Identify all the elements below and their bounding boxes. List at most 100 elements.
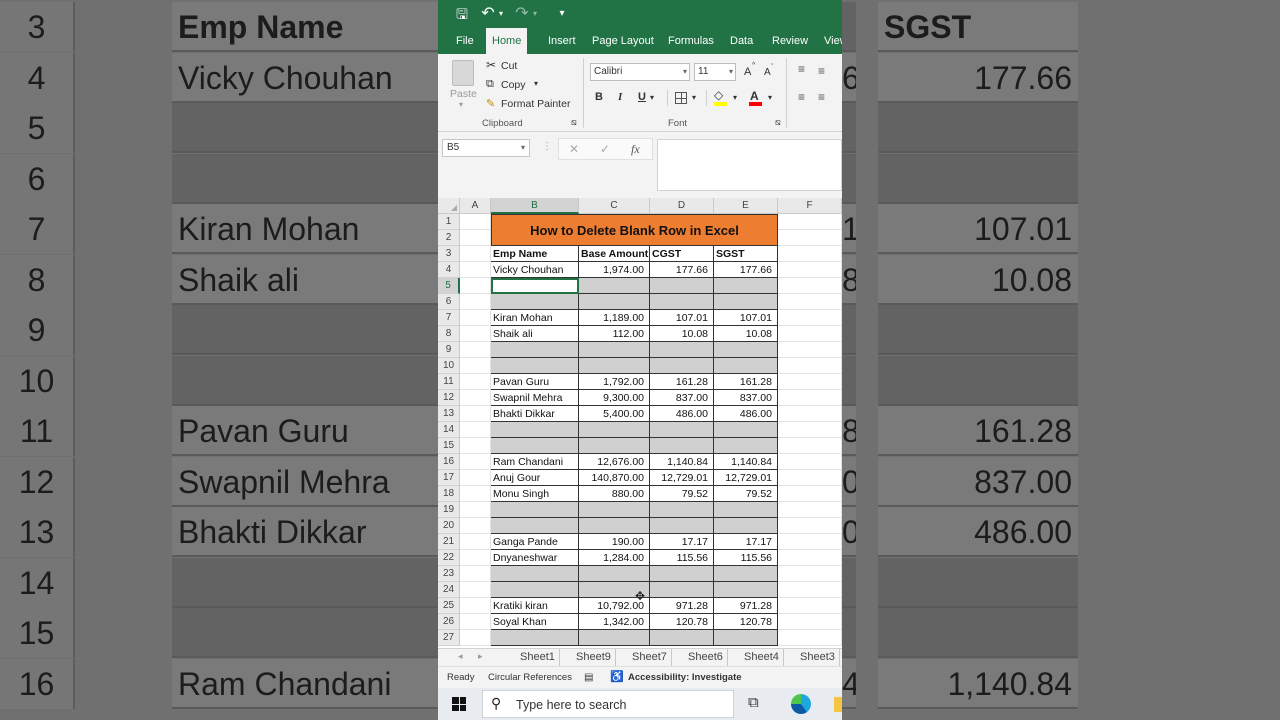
employee-name-cell[interactable]: Kiran Mohan: [491, 310, 579, 326]
grid-cell[interactable]: [460, 630, 491, 646]
grid-cell[interactable]: [778, 310, 842, 326]
blank-row-cell[interactable]: [650, 342, 714, 358]
grid-cell[interactable]: [460, 422, 491, 438]
employee-name-cell[interactable]: Monu Singh: [491, 486, 579, 502]
amount-cell[interactable]: 1,974.00: [579, 262, 650, 278]
row-header[interactable]: 5: [438, 278, 460, 294]
grid-cell[interactable]: [460, 310, 491, 326]
grid-cell[interactable]: [460, 438, 491, 454]
grid-cell[interactable]: [778, 550, 842, 566]
amount-cell[interactable]: 9,300.00: [579, 390, 650, 406]
grid-cell[interactable]: [460, 230, 491, 246]
active-cell[interactable]: [491, 278, 579, 294]
borders-dropdown-icon[interactable]: ▾: [692, 93, 696, 102]
amount-cell[interactable]: 1,792.00: [579, 374, 650, 390]
row-header[interactable]: 3: [438, 246, 460, 262]
column-header-a[interactable]: A: [460, 198, 491, 214]
blank-row-cell[interactable]: [650, 358, 714, 374]
tab-view[interactable]: View: [818, 28, 842, 54]
blank-row-cell[interactable]: [650, 630, 714, 646]
employee-name-cell[interactable]: Shaik ali: [491, 326, 579, 342]
font-color-icon[interactable]: A: [750, 89, 759, 103]
grid-cell[interactable]: [778, 214, 842, 230]
grid-cell[interactable]: [778, 614, 842, 630]
grow-font-button[interactable]: A: [744, 66, 751, 78]
blank-row-cell[interactable]: [491, 502, 579, 518]
grid-cell[interactable]: [778, 630, 842, 646]
grid-cell[interactable]: [460, 214, 491, 230]
align-middle-icon[interactable]: ≡: [818, 64, 825, 78]
row-header[interactable]: 1: [438, 214, 460, 230]
row-header[interactable]: 9: [438, 342, 460, 358]
align-left-icon[interactable]: ≡: [798, 90, 805, 104]
blank-row-cell[interactable]: [714, 438, 778, 454]
amount-cell[interactable]: 140,870.00: [579, 470, 650, 486]
grid-cell[interactable]: [460, 582, 491, 598]
amount-cell[interactable]: 10.08: [650, 326, 714, 342]
align-top-icon[interactable]: ≡: [798, 62, 805, 76]
grid-cell[interactable]: [778, 454, 842, 470]
amount-cell[interactable]: 107.01: [650, 310, 714, 326]
underline-button[interactable]: U: [638, 91, 646, 103]
taskbar-search[interactable]: ⚲ Type here to search: [482, 690, 734, 718]
column-header-b[interactable]: B: [491, 198, 579, 214]
row-header[interactable]: 4: [438, 262, 460, 278]
worksheet-grid[interactable]: ◢ ABCDEF 1 2 3 Emp Name Base Amount CGST SGST 4…: [438, 198, 842, 648]
tab-insert[interactable]: Insert: [542, 28, 582, 54]
shrink-font-button[interactable]: A: [764, 67, 771, 78]
blank-row-cell[interactable]: [714, 342, 778, 358]
amount-cell[interactable]: 1,140.84: [714, 454, 778, 470]
blank-row-cell[interactable]: [491, 566, 579, 582]
grid-cell[interactable]: [778, 486, 842, 502]
row-header[interactable]: 23: [438, 566, 460, 582]
task-view-icon[interactable]: ⧉: [748, 694, 759, 711]
scroll-right-icon[interactable]: ▸: [478, 651, 483, 662]
amount-cell[interactable]: 161.28: [714, 374, 778, 390]
fill-color-dropdown-icon[interactable]: ▾: [733, 93, 737, 102]
blank-row-cell[interactable]: [491, 422, 579, 438]
amount-cell[interactable]: 79.52: [714, 486, 778, 502]
row-header[interactable]: 19: [438, 502, 460, 518]
grid-cell[interactable]: [778, 582, 842, 598]
row-header[interactable]: 25: [438, 598, 460, 614]
row-header[interactable]: 6: [438, 294, 460, 310]
blank-row-cell[interactable]: [650, 422, 714, 438]
font-color-dropdown-icon[interactable]: ▾: [768, 93, 772, 102]
amount-cell[interactable]: 115.56: [714, 550, 778, 566]
blank-row-cell[interactable]: [650, 518, 714, 534]
employee-name-cell[interactable]: Dnyaneshwar: [491, 550, 579, 566]
grid-cell[interactable]: [778, 598, 842, 614]
blank-row-cell[interactable]: [491, 630, 579, 646]
grid-cell[interactable]: [778, 342, 842, 358]
insert-function-icon[interactable]: fx: [631, 142, 640, 157]
font-name-combo[interactable]: Calibri ▾: [590, 63, 690, 81]
column-title-cell[interactable]: Emp Name: [491, 246, 579, 262]
amount-cell[interactable]: 837.00: [714, 390, 778, 406]
grid-cell[interactable]: [460, 566, 491, 582]
grid-cell[interactable]: [460, 390, 491, 406]
clipboard-launcher-icon[interactable]: ⧅: [571, 117, 577, 128]
blank-row-cell[interactable]: [714, 566, 778, 582]
blank-row-cell[interactable]: [491, 518, 579, 534]
tab-file[interactable]: File: [450, 28, 480, 54]
row-header[interactable]: 24: [438, 582, 460, 598]
grid-cell[interactable]: [460, 262, 491, 278]
paste-button[interactable]: Paste: [450, 88, 477, 100]
fill-color-icon[interactable]: ◇: [714, 88, 723, 102]
blank-row-cell[interactable]: [579, 438, 650, 454]
grid-cell[interactable]: [460, 598, 491, 614]
font-launcher-icon[interactable]: ⧅: [775, 117, 781, 128]
cancel-icon[interactable]: ✕: [569, 142, 579, 156]
blank-row-cell[interactable]: [650, 278, 714, 294]
accessibility-icon[interactable]: ♿: [610, 670, 624, 683]
grid-cell[interactable]: [778, 390, 842, 406]
column-title-cell[interactable]: CGST: [650, 246, 714, 262]
amount-cell[interactable]: 1,342.00: [579, 614, 650, 630]
blank-row-cell[interactable]: [650, 502, 714, 518]
column-title-cell[interactable]: SGST: [714, 246, 778, 262]
underline-dropdown-icon[interactable]: ▾: [650, 93, 654, 102]
grid-cell[interactable]: [460, 246, 491, 262]
amount-cell[interactable]: 971.28: [714, 598, 778, 614]
row-header[interactable]: 20: [438, 518, 460, 534]
blank-row-cell[interactable]: [491, 294, 579, 310]
